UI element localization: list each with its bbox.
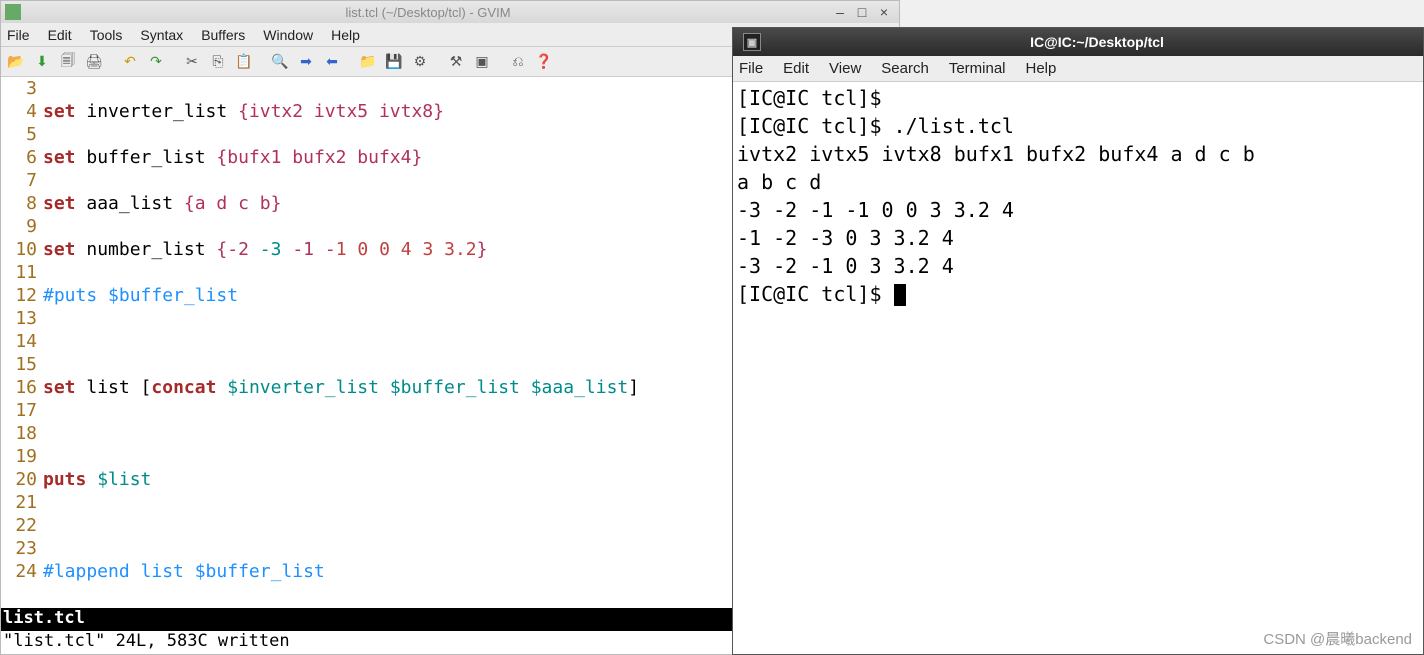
next-icon[interactable]: ➡ [295,51,317,73]
terminal-window: ▣ IC@IC:~/Desktop/tcl File Edit View Sea… [732,27,1424,655]
save-icon[interactable]: ⬇ [31,51,53,73]
watermark: CSDN @晨曦backend [1263,628,1412,649]
term-menu-help[interactable]: Help [1026,60,1057,77]
settings-icon[interactable]: ⚙ [409,51,431,73]
line-number-gutter: 3456789101112131415161718192021222324 [1,77,43,608]
term-line: -3 -2 -1 0 3 3.2 4 [737,254,954,278]
session-save-icon[interactable]: 💾 [383,51,405,73]
close-icon[interactable]: × [873,4,895,20]
undo-icon[interactable]: ↶ [119,51,141,73]
term-menu-edit[interactable]: Edit [783,60,809,77]
copy-icon[interactable]: ⎘ [207,51,229,73]
term-line: ivtx2 ivtx5 ivtx8 bufx1 bufx2 bufx4 a d … [737,142,1255,166]
term-menu-view[interactable]: View [829,60,861,77]
menu-tools[interactable]: Tools [90,27,123,43]
saveall-icon[interactable]: 🗐 [57,51,79,73]
find-icon[interactable]: 🔍 [269,51,291,73]
cut-icon[interactable]: ✂ [181,51,203,73]
print-icon[interactable]: 🖨 [83,51,105,73]
term-menu-file[interactable]: File [739,60,763,77]
menu-help[interactable]: Help [331,27,360,43]
gvim-title: list.tcl (~/Desktop/tcl) - GVIM [27,5,829,20]
shell-icon[interactable]: ▣ [471,51,493,73]
terminal-body[interactable]: [IC@IC tcl]$ [IC@IC tcl]$ ./list.tcl ivt… [733,82,1423,654]
term-line: [IC@IC tcl]$ [737,86,894,110]
terminal-cursor [894,284,906,306]
terminal-app-icon: ▣ [743,33,761,51]
term-menu-terminal[interactable]: Terminal [949,60,1006,77]
menu-file[interactable]: File [7,27,30,43]
term-line: [IC@IC tcl]$ [737,282,894,306]
make-icon[interactable]: ⚒ [445,51,467,73]
term-menu-search[interactable]: Search [881,60,929,77]
help-icon[interactable]: ❓ [533,51,555,73]
prev-icon[interactable]: ⬅ [321,51,343,73]
paste-icon[interactable]: 📋 [233,51,255,73]
terminal-title: IC@IC:~/Desktop/tcl [771,34,1423,50]
menu-syntax[interactable]: Syntax [140,27,183,43]
term-line: [IC@IC tcl]$ ./list.tcl [737,114,1014,138]
redo-icon[interactable]: ↷ [145,51,167,73]
menu-buffers[interactable]: Buffers [201,27,245,43]
open-icon[interactable]: 📂 [5,51,27,73]
menu-edit[interactable]: Edit [48,27,72,43]
minimize-icon[interactable]: – [829,4,851,20]
terminal-titlebar: ▣ IC@IC:~/Desktop/tcl [733,28,1423,56]
gvim-app-icon [5,4,21,20]
terminal-menubar: File Edit View Search Terminal Help [733,56,1423,82]
tag-icon[interactable]: ⎌ [507,51,529,73]
status-filename: list.tcl [3,608,856,631]
term-line: -1 -2 -3 0 3 3.2 4 [737,226,954,250]
term-line: a b c d [737,170,821,194]
term-line: -3 -2 -1 -1 0 0 3 3.2 4 [737,198,1014,222]
maximize-icon[interactable]: □ [851,4,873,20]
gvim-titlebar: list.tcl (~/Desktop/tcl) - GVIM – □ × [1,1,899,23]
session-load-icon[interactable]: 📁 [357,51,379,73]
menu-window[interactable]: Window [263,27,313,43]
